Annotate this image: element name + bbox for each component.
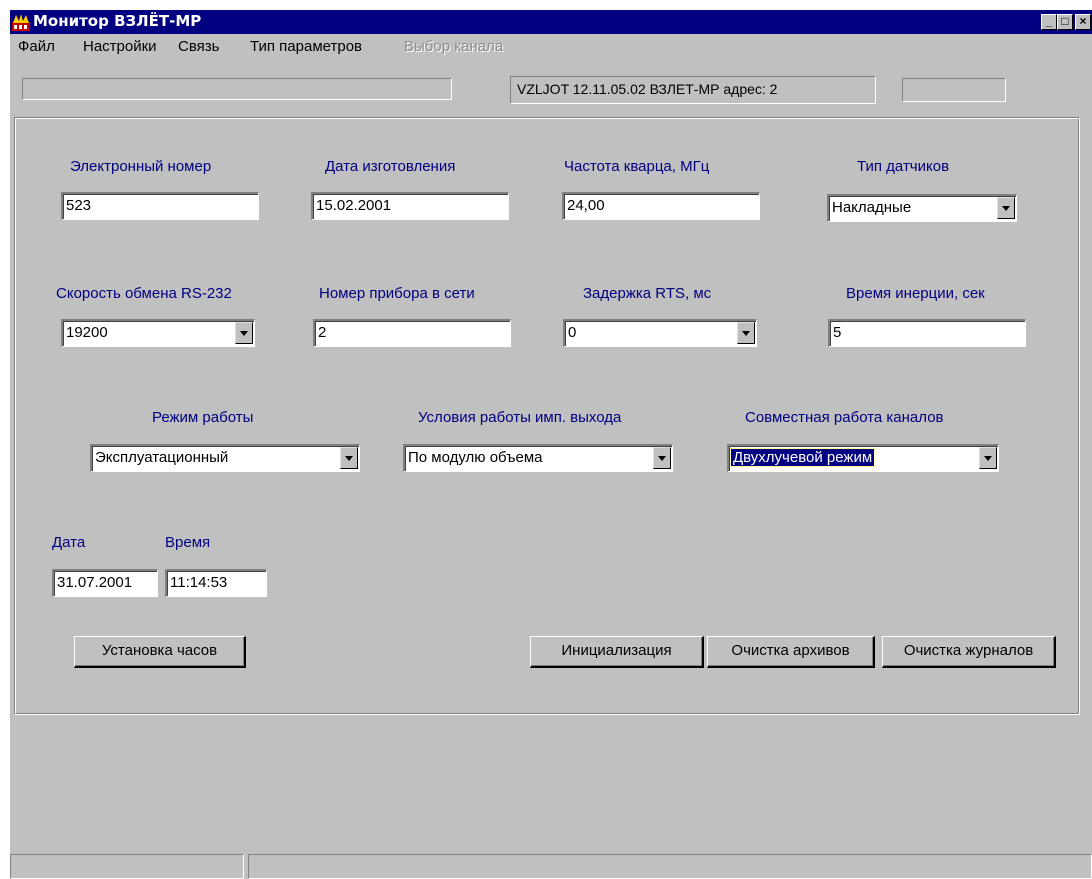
clear-archives-button[interactable]: Очистка архивов xyxy=(707,636,875,668)
sensor-type-value: Накладные xyxy=(832,199,912,216)
menu-file[interactable]: Файл xyxy=(18,38,55,55)
rts-value: 0 xyxy=(568,324,577,341)
net-number-label: Номер прибора в сети xyxy=(319,285,475,302)
date-input[interactable]: 31.07.2001 xyxy=(52,569,158,597)
set-clock-button[interactable]: Установка часов xyxy=(74,636,246,668)
pulse-label: Условия работы имп. выхода xyxy=(418,409,622,426)
device-info-panel: VZLJOT 12.11.05.02 ВЗЛЕТ-МР адрес: 2 xyxy=(510,76,876,104)
statusbar-pane-right xyxy=(248,854,1092,879)
channels-label: Совместная работа каналов xyxy=(745,409,944,426)
device-info-text: VZLJOT 12.11.05.02 ВЗЛЕТ-МР адрес: 2 xyxy=(517,81,778,97)
chevron-down-icon[interactable] xyxy=(979,447,997,469)
date-label: Дата xyxy=(52,534,86,551)
chevron-down-icon[interactable] xyxy=(997,197,1015,219)
main-window: Монитор ВЗЛЁТ-МР _ □ × Файл Настройки Св… xyxy=(10,10,1092,879)
sensor-type-select[interactable]: Накладные xyxy=(827,194,1017,222)
quartz-input[interactable]: 24,00 xyxy=(562,192,760,220)
sensor-type-label: Тип датчиков xyxy=(857,158,950,175)
serial-input[interactable]: 523 xyxy=(61,192,259,220)
statusbar-pane-left xyxy=(10,854,244,879)
menu-parameter-type[interactable]: Тип параметров xyxy=(250,38,362,55)
pulse-select[interactable]: По модулю объема xyxy=(403,444,673,472)
channels-select[interactable]: Двухлучевой режим xyxy=(727,444,999,472)
menu-channel-select: Выбор канала xyxy=(404,38,504,55)
manufacture-date-input[interactable]: 15.02.2001 xyxy=(311,192,509,220)
menu-settings[interactable]: Настройки xyxy=(83,38,157,55)
inertia-input[interactable]: 5 xyxy=(828,319,1026,347)
maximize-button[interactable]: □ xyxy=(1057,14,1073,30)
rts-label: Задержка RTS, мс xyxy=(583,285,712,302)
close-button[interactable]: × xyxy=(1075,14,1091,30)
chevron-down-icon[interactable] xyxy=(235,322,253,344)
mode-label: Режим работы xyxy=(152,409,254,426)
time-label: Время xyxy=(165,534,211,551)
baud-value: 19200 xyxy=(66,324,108,341)
manufacture-date-label: Дата изготовления xyxy=(325,158,456,175)
pulse-value: По модулю объема xyxy=(408,449,543,466)
menu-connection[interactable]: Связь xyxy=(178,38,219,55)
chevron-down-icon[interactable] xyxy=(737,322,755,344)
status-indicator xyxy=(902,78,1006,102)
baud-label: Скорость обмена RS-232 xyxy=(56,285,232,302)
clear-logs-button[interactable]: Очистка журналов xyxy=(882,636,1056,668)
title-bar[interactable]: Монитор ВЗЛЁТ-МР _ □ × xyxy=(10,10,1092,34)
baud-select[interactable]: 19200 xyxy=(61,319,255,347)
time-input[interactable]: 11:14:53 xyxy=(165,569,267,597)
chevron-down-icon[interactable] xyxy=(653,447,671,469)
mode-value: Эксплуатационный xyxy=(95,449,229,466)
mode-select[interactable]: Эксплуатационный xyxy=(90,444,360,472)
init-button[interactable]: Инициализация xyxy=(530,636,704,668)
menu-bar: Файл Настройки Связь Тип параметров Выбо… xyxy=(10,36,1092,58)
minimize-button[interactable]: _ xyxy=(1041,14,1057,30)
window-title: Монитор ВЗЛЁТ-МР xyxy=(33,12,202,30)
rts-select[interactable]: 0 xyxy=(563,319,757,347)
serial-label: Электронный номер xyxy=(70,158,212,175)
channels-value: Двухлучевой режим xyxy=(729,448,876,467)
quartz-label: Частота кварца, МГц xyxy=(564,158,710,175)
inertia-label: Время инерции, сек xyxy=(846,285,985,302)
chevron-down-icon[interactable] xyxy=(340,447,358,469)
settings-panel: Электронный номер 523 Дата изготовления … xyxy=(14,117,1080,715)
progress-field xyxy=(22,78,452,100)
net-number-input[interactable]: 2 xyxy=(313,319,511,347)
app-logo-icon xyxy=(12,14,30,31)
